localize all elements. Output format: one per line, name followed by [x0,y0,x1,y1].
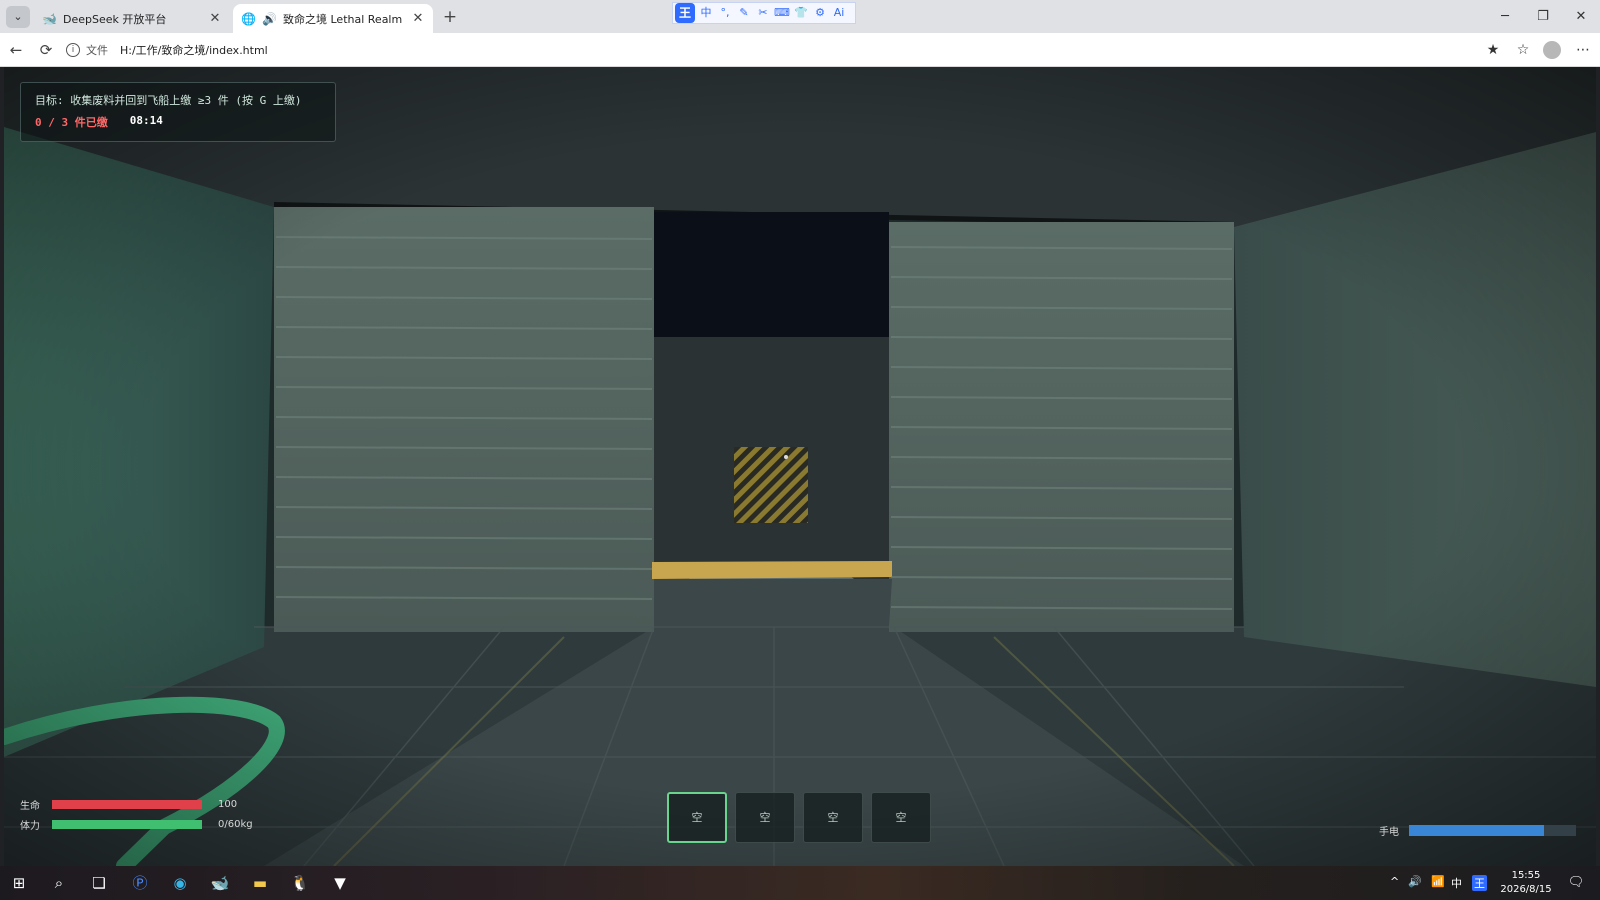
inventory-slot-4[interactable]: 空 [871,792,931,843]
health-bar-fill [52,800,202,809]
edge-browser-icon[interactable]: ◉ [167,871,193,895]
stamina-stat: 体力 0/60kg [20,817,253,832]
tab-deepseek[interactable]: 🐋 DeepSeek 开放平台 ✕ [34,4,230,33]
address-url[interactable]: H:/工作/致命之境/index.html [120,42,268,58]
delivered-counter: 0 / 3 件已缴 [35,116,108,129]
health-bar [52,800,202,809]
ime-handwriting-button[interactable]: ✎ [736,5,752,21]
reload-button[interactable]: ⟳ [35,39,57,61]
favorites-icon[interactable]: ☆ [1512,39,1534,61]
more-menu-icon[interactable]: ⋯ [1572,39,1594,61]
tab-actions-menu-button[interactable]: ⌄ [6,6,30,28]
window-controls: ─ ❐ ✕ [1486,0,1600,33]
qq-penguin-icon[interactable]: 🐧 [287,871,313,895]
volume-icon[interactable]: 🔊 [1408,875,1422,888]
info-icon[interactable]: i [66,43,80,57]
deepseek-whale-icon: 🐋 [42,11,57,26]
flashlight-battery-fill [1409,825,1544,836]
speaker-icon[interactable]: 🔊 [262,12,277,26]
file-explorer-icon[interactable]: ▬ [247,871,273,895]
deepseek-whale-icon[interactable]: 🐋 [207,871,233,895]
windows-start-icon[interactable]: ⊞ [6,871,32,895]
flashlight-label: 手电 [1379,827,1399,838]
objective-text: 目标: 收集废料并回到飞船上缴 ≥3 件 (按 G 上缴) [35,94,302,107]
inventory-slot-2[interactable]: 空 [735,792,795,843]
system-clock[interactable]: 15:55 2026/8/15 [1496,869,1556,897]
countdown-timer: 08:14 [129,114,163,127]
restore-button[interactable]: ❐ [1524,0,1562,33]
stamina-bar [52,820,202,829]
minimize-button[interactable]: ─ [1486,0,1524,33]
ime-skin-button[interactable]: 👕 [793,5,809,21]
browser-toolbar: ← ⟳ i 文件 H:/工作/致命之境/index.html ★ ☆ ⋯ [0,33,1600,67]
stamina-label: 体力 [20,821,40,832]
address-scheme-label: 文件 [86,44,108,57]
browser-tab-strip: ⌄ 🐋 DeepSeek 开放平台 ✕ 🌐 🔊 致命之境 Lethal Real… [0,0,1600,33]
address-bar[interactable]: i 文件 H:/工作/致命之境/index.html [66,39,1496,61]
carry-weight-value: 0/60kg [218,819,253,830]
notification-icon[interactable]: 🗨 [1563,871,1589,895]
tab-title: DeepSeek 开放平台 [63,12,167,26]
flashlight-battery-bar [1409,825,1576,836]
globe-icon: 🌐 [241,11,256,26]
close-icon[interactable]: ✕ [411,11,425,26]
objective-panel: 目标: 收集废料并回到飞船上缴 ≥3 件 (按 G 上缴) 0 / 3 件已缴 … [20,82,336,142]
health-value: 100 [218,799,238,810]
inventory-slot-3[interactable]: 空 [803,792,863,843]
ime-punctuation-button[interactable]: °, [717,5,733,21]
ime-indicator[interactable]: 中 [1451,875,1462,891]
clock-time: 15:55 [1511,870,1541,881]
stamina-bar-fill [52,820,202,829]
new-tab-button[interactable]: + [440,7,460,27]
inventory-hotbar: 空 空 空 空 [667,792,931,843]
ime-ai-button[interactable]: Ai [831,5,847,21]
tab-title: 致命之境 Lethal Realm [283,12,403,26]
close-window-button[interactable]: ✕ [1562,0,1600,33]
back-button[interactable]: ← [5,39,27,61]
game-scene [4,67,1596,866]
search-icon[interactable]: ⌕ [46,871,72,895]
game-viewport[interactable]: 目标: 收集废料并回到飞船上缴 ≥3 件 (按 G 上缴) 0 / 3 件已缴 … [4,67,1596,866]
health-label: 生命 [20,801,40,812]
health-stat: 生命 100 [20,797,237,812]
inventory-slot-1[interactable]: 空 [667,792,727,843]
app-v-icon[interactable]: ▼ [327,871,353,895]
bookmark-star-icon[interactable]: ★ [1482,39,1504,61]
network-icon[interactable]: 📶 [1431,875,1445,888]
ime-chinese-mode-button[interactable]: 中 [698,5,714,21]
flashlight-stat: 手电 [1379,823,1576,838]
task-view-icon[interactable]: ❏ [86,871,112,895]
ime-screenshot-button[interactable]: ✂ [755,5,771,21]
tray-expand-icon[interactable]: ^ [1390,875,1399,888]
avatar[interactable] [1543,41,1561,59]
clock-date: 2026/8/15 [1500,884,1552,895]
tab-lethal-realm[interactable]: 🌐 🔊 致命之境 Lethal Realm ✕ [233,4,433,33]
ime-tray-icon[interactable]: 王 [1472,875,1487,891]
ime-logo-icon[interactable]: 王 [675,3,695,23]
ime-keyboard-button[interactable]: ⌨ [774,5,790,21]
windows-taskbar: ⊞ ⌕ ❏ Ⓟ ◉ 🐋 ▬ 🐧 ▼ ^ 🔊 📶 中 王 15:55 2026/8… [0,866,1600,900]
ime-settings-button[interactable]: ⚙ [812,5,828,21]
close-icon[interactable]: ✕ [208,11,222,26]
ime-toolbar: 王 中 °, ✎ ✂ ⌨ 👕 ⚙ Ai [672,2,856,24]
app-p-icon[interactable]: Ⓟ [127,871,153,895]
